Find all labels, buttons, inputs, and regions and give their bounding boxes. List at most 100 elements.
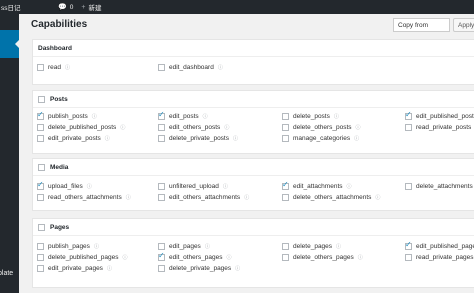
posts-group-checkbox[interactable]: [38, 95, 45, 103]
info-icon[interactable]: ⓘ: [122, 254, 127, 261]
site-name-link[interactable]: ss日记: [0, 2, 58, 12]
checkbox[interactable]: [405, 124, 412, 131]
info-icon[interactable]: ⓘ: [233, 135, 238, 142]
info-icon[interactable]: ⓘ: [223, 183, 228, 190]
cap-edit-others-attachments[interactable]: edit_others_attachments ⓘ: [158, 194, 249, 201]
cap-delete-others-posts[interactable]: delete_others_posts ⓘ: [282, 124, 361, 131]
cap-edit-others-pages[interactable]: edit_others_pages ⓘ: [158, 251, 232, 261]
apply-button[interactable]: Apply: [453, 18, 474, 32]
checkbox[interactable]: [282, 113, 289, 120]
checkbox[interactable]: [282, 135, 289, 142]
checkbox[interactable]: [405, 240, 412, 250]
checkbox[interactable]: [37, 180, 44, 190]
checkbox[interactable]: [37, 110, 44, 120]
info-icon[interactable]: ⓘ: [224, 124, 229, 131]
checkbox[interactable]: [405, 110, 412, 120]
cap-read-private-pages[interactable]: read_private_pagesⓘ: [405, 254, 474, 261]
comments-link[interactable]: 💬 0: [58, 3, 73, 12]
cap-label: edit_dashboard: [169, 64, 214, 71]
info-icon[interactable]: ⓘ: [92, 113, 97, 120]
cap-edit-others-posts[interactable]: edit_others_posts ⓘ: [158, 124, 229, 131]
cap-manage-categories[interactable]: manage_categories ⓘ: [282, 135, 359, 142]
checkbox[interactable]: [158, 265, 165, 272]
cap-edit-published-posts[interactable]: edit_published_postsⓘ: [405, 110, 474, 120]
info-icon[interactable]: ⓘ: [126, 194, 131, 201]
checkbox[interactable]: [158, 194, 165, 201]
cap-edit-pages[interactable]: edit_pages ⓘ: [158, 243, 210, 250]
new-content-link[interactable]: + 新建: [81, 2, 101, 13]
cap-read[interactable]: read ⓘ: [37, 64, 70, 71]
cap-delete-private-pages[interactable]: delete_private_pages ⓘ: [158, 265, 240, 272]
cap-edit-private-pages[interactable]: edit_private_pages ⓘ: [37, 265, 112, 272]
cap-label: read_private_posts: [416, 124, 472, 131]
checkbox[interactable]: [282, 194, 289, 201]
checkbox[interactable]: [158, 110, 165, 120]
cap-label: publish_pages: [48, 243, 90, 250]
checkbox[interactable]: [37, 194, 44, 201]
info-icon[interactable]: ⓘ: [205, 243, 210, 250]
info-icon[interactable]: ⓘ: [105, 135, 110, 142]
cap-label: edit_pages: [169, 243, 201, 250]
checkbox[interactable]: [37, 254, 44, 261]
checkbox[interactable]: [37, 135, 44, 142]
info-icon[interactable]: ⓘ: [107, 265, 112, 272]
checkbox[interactable]: [282, 243, 289, 250]
cap-read-others-attachments[interactable]: read_others_attachments ⓘ: [37, 194, 131, 201]
checkbox[interactable]: [37, 64, 44, 71]
checkbox[interactable]: [37, 243, 44, 250]
info-icon[interactable]: ⓘ: [65, 64, 70, 71]
checkbox[interactable]: [158, 124, 165, 131]
media-group-checkbox[interactable]: [38, 163, 45, 171]
info-icon[interactable]: ⓘ: [244, 194, 249, 201]
info-icon[interactable]: ⓘ: [235, 265, 240, 272]
cap-read-private-posts[interactable]: read_private_postsⓘ: [405, 124, 474, 131]
checkbox[interactable]: [282, 124, 289, 131]
info-icon[interactable]: ⓘ: [347, 183, 352, 190]
info-icon[interactable]: ⓘ: [336, 243, 341, 250]
cap-edit-posts[interactable]: edit_posts ⓘ: [158, 110, 208, 120]
sidebar-item-template[interactable]: plate: [0, 270, 13, 277]
cap-upload-files[interactable]: upload_files ⓘ: [37, 180, 92, 190]
cap-delete-posts[interactable]: delete_posts ⓘ: [282, 113, 339, 120]
cap-publish-pages[interactable]: publish_pages ⓘ: [37, 243, 99, 250]
checkbox[interactable]: [158, 135, 165, 142]
checkbox[interactable]: [37, 124, 44, 131]
info-icon[interactable]: ⓘ: [227, 254, 232, 261]
info-icon[interactable]: ⓘ: [120, 124, 125, 131]
copy-from-select[interactable]: Copy from: [393, 18, 450, 32]
checkbox[interactable]: [158, 243, 165, 250]
checkbox[interactable]: [158, 183, 165, 190]
info-icon[interactable]: ⓘ: [354, 135, 359, 142]
cap-delete-attachments[interactable]: delete_attachmentsⓘ: [405, 183, 474, 190]
pages-group-checkbox[interactable]: [38, 223, 45, 231]
cap-edit-attachments[interactable]: edit_attachments ⓘ: [282, 180, 352, 190]
checkbox[interactable]: [282, 254, 289, 261]
cap-delete-private-posts[interactable]: delete_private_posts ⓘ: [158, 135, 238, 142]
checkbox[interactable]: [158, 64, 165, 71]
info-icon[interactable]: ⓘ: [87, 183, 92, 190]
info-icon[interactable]: ⓘ: [358, 254, 363, 261]
cap-label: edit_others_posts: [169, 124, 221, 131]
cap-edit-dashboard[interactable]: edit_dashboard ⓘ: [158, 64, 223, 71]
info-icon[interactable]: ⓘ: [356, 124, 361, 131]
info-icon[interactable]: ⓘ: [334, 113, 339, 120]
info-icon[interactable]: ⓘ: [203, 113, 208, 120]
cap-edit-published-pages[interactable]: edit_published_pagesⓘ: [405, 240, 474, 250]
cap-unfiltered-upload[interactable]: unfiltered_upload ⓘ: [158, 183, 228, 190]
cap-delete-others-pages[interactable]: delete_others_pages ⓘ: [282, 254, 363, 261]
cap-delete-pages[interactable]: delete_pages ⓘ: [282, 243, 341, 250]
checkbox[interactable]: [37, 265, 44, 272]
cap-delete-published-posts[interactable]: delete_published_posts ⓘ: [37, 124, 125, 131]
cap-edit-private-posts[interactable]: edit_private_posts ⓘ: [37, 135, 110, 142]
cap-delete-published-pages[interactable]: delete_published_pages ⓘ: [37, 254, 128, 261]
cap-label: edit_attachments: [293, 183, 343, 190]
checkbox[interactable]: [405, 254, 412, 261]
cap-publish-posts[interactable]: publish_posts ⓘ: [37, 110, 97, 120]
info-icon[interactable]: ⓘ: [94, 243, 99, 250]
info-icon[interactable]: ⓘ: [375, 194, 380, 201]
checkbox[interactable]: [282, 180, 289, 190]
cap-delete-others-attachments[interactable]: delete_others_attachments ⓘ: [282, 194, 380, 201]
checkbox[interactable]: [405, 183, 412, 190]
info-icon[interactable]: ⓘ: [218, 64, 223, 71]
checkbox[interactable]: [158, 251, 165, 261]
